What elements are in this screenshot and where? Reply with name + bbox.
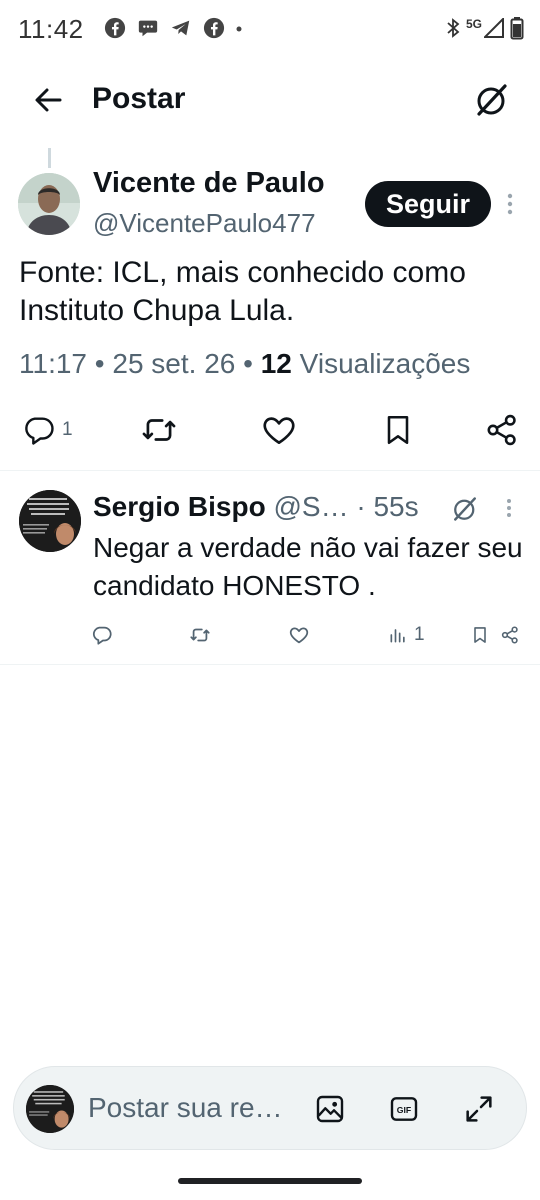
composer-avatar	[26, 1085, 74, 1133]
add-image-button[interactable]	[312, 1091, 348, 1127]
share-icon	[487, 414, 516, 446]
back-button[interactable]	[30, 82, 70, 118]
reply-views-button[interactable]: 1	[388, 620, 425, 650]
tweet-meta: 11:17 • 25 set. 26 • 12 Visualizações	[19, 348, 471, 379]
home-indicator[interactable]	[178, 1178, 362, 1184]
grok-button[interactable]	[472, 80, 512, 120]
composer-input[interactable]: Postar sua re…	[88, 1092, 283, 1124]
telegram-icon	[171, 20, 190, 36]
reply-icon	[92, 626, 112, 645]
gif-icon: GIF	[390, 1097, 418, 1121]
reply-retweet-button[interactable]	[189, 620, 211, 650]
views-chart-icon	[390, 629, 405, 643]
grok-icon	[477, 84, 507, 116]
views-count: 12	[260, 348, 292, 379]
divider	[0, 470, 540, 471]
reply-reply-button[interactable]	[91, 620, 113, 650]
reply-count: 1	[62, 419, 73, 440]
battery-icon	[510, 17, 524, 40]
chat-bubble-icon	[138, 20, 158, 37]
reply-button[interactable]: 1	[22, 408, 73, 452]
reply-author-avatar[interactable]	[19, 490, 81, 552]
retweet-icon	[190, 628, 210, 642]
share-button[interactable]	[484, 408, 520, 452]
image-icon	[316, 1095, 344, 1123]
reply-author-name[interactable]: Sergio Bispo	[93, 491, 266, 522]
expand-icon	[466, 1096, 492, 1122]
notification-icons	[104, 17, 242, 39]
reply-icon	[25, 417, 54, 445]
facebook-icon	[104, 17, 126, 39]
expand-composer-button[interactable]	[461, 1091, 497, 1127]
reply-views-count: 1	[414, 624, 425, 645]
bookmark-button[interactable]	[380, 408, 416, 452]
more-vertical-icon	[507, 193, 513, 215]
reply-actions: 1	[0, 620, 540, 650]
more-notifications-dot-icon	[236, 26, 242, 32]
retweet-icon	[142, 419, 176, 441]
svg-text:GIF: GIF	[397, 1105, 411, 1115]
system-icons: 5G	[446, 16, 524, 40]
add-gif-button[interactable]: GIF	[386, 1091, 422, 1127]
reply-text: Negar a verdade não vai fazer seu candid…	[93, 532, 539, 601]
status-bar: 11:42 5G	[0, 0, 540, 60]
status-time: 11:42	[18, 14, 84, 44]
reply-like-button[interactable]	[288, 620, 310, 650]
reply-grok-button[interactable]	[450, 494, 480, 524]
author-handle[interactable]: @VicentePaulo477	[93, 208, 316, 239]
reply-author-handle[interactable]: @S…	[273, 491, 348, 522]
grok-icon	[454, 497, 476, 521]
more-options-button[interactable]	[500, 190, 520, 220]
tweet-date: 25 set. 26	[112, 348, 236, 379]
network-label: 5G	[465, 17, 482, 31]
author-avatar[interactable]	[18, 173, 80, 235]
like-button[interactable]	[260, 408, 298, 452]
thread-connector-line	[48, 148, 51, 168]
more-vertical-icon	[507, 499, 511, 517]
bookmark-icon	[387, 415, 409, 445]
retweet-button[interactable]	[140, 408, 178, 452]
bluetooth-icon	[447, 18, 460, 38]
author-name[interactable]: Vicente de Paulo	[93, 167, 325, 200]
divider	[0, 664, 540, 665]
share-icon	[501, 626, 518, 644]
reply-composer[interactable]: Postar sua re… GIF	[13, 1066, 527, 1150]
reply-header: Sergio Bispo @S… · 55s	[93, 491, 419, 523]
signal-icon	[484, 18, 504, 38]
arrow-left-icon	[35, 88, 62, 112]
top-app-bar: Postar	[0, 72, 540, 128]
page-title: Postar	[92, 82, 186, 115]
like-icon	[289, 627, 309, 644]
facebook-icon	[203, 17, 225, 39]
views-label[interactable]: Visualizações	[300, 348, 471, 379]
tweet-text: Fonte: ICL, mais conhecido como Institut…	[19, 256, 466, 327]
tweet-actions: 1	[0, 408, 540, 452]
bookmark-icon	[474, 627, 486, 643]
tweet-time: 11:17	[19, 348, 87, 379]
like-icon	[263, 417, 295, 445]
follow-button[interactable]: Seguir	[365, 181, 491, 227]
reply-share-button[interactable]	[500, 620, 520, 650]
reply-bookmark-button[interactable]	[470, 620, 490, 650]
reply-more-button[interactable]	[500, 496, 518, 522]
reply-timestamp: · 55s	[356, 491, 419, 522]
